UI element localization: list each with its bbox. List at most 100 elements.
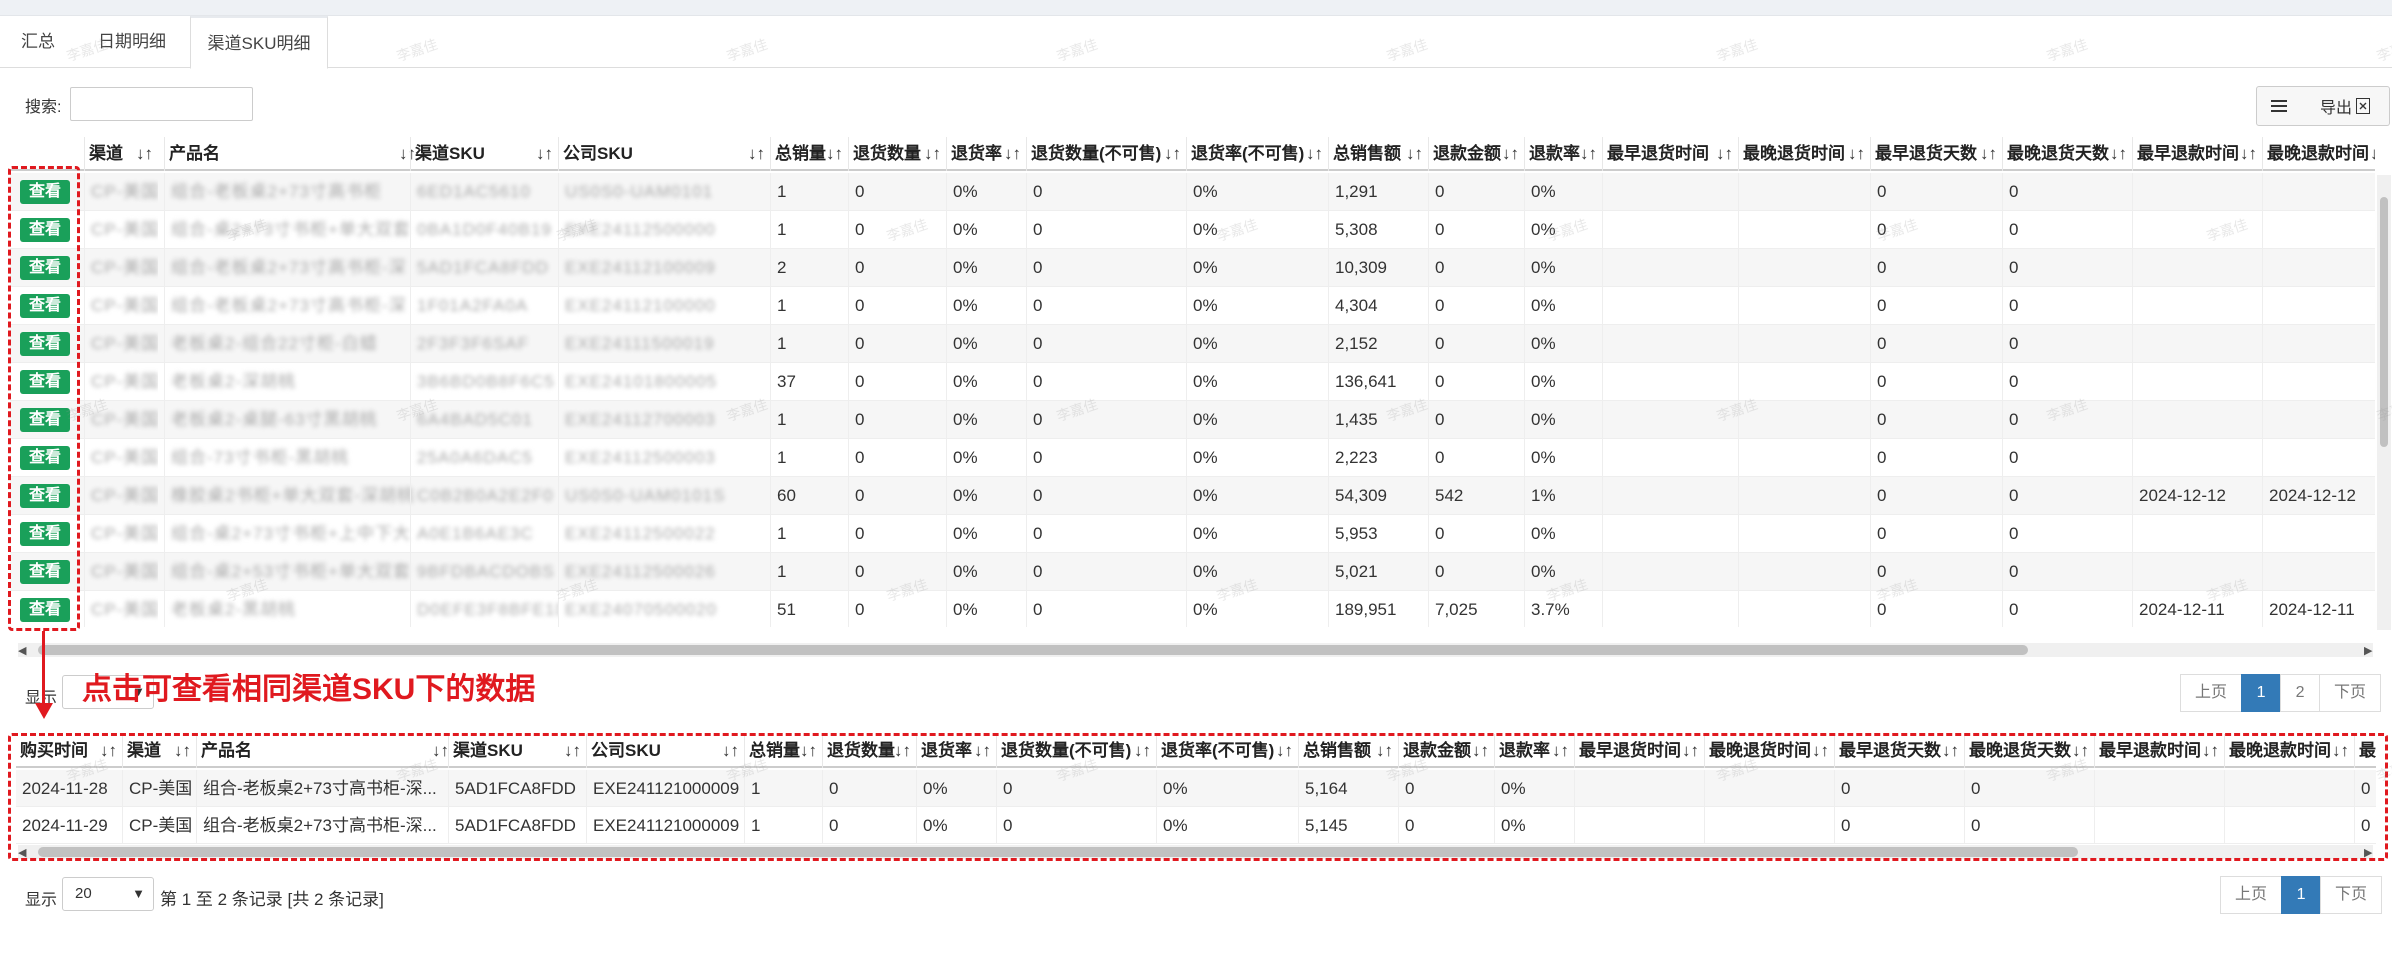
table-cell: 1 — [770, 211, 848, 249]
tab-channel-sku-detail[interactable]: 渠道SKU明细 — [190, 16, 328, 69]
cell-value: 2024-12-12 — [2139, 486, 2226, 505]
cell-value: 2,223 — [1335, 448, 1378, 467]
table-cell — [2262, 287, 2375, 325]
table-cell: 60 — [770, 477, 848, 515]
table-cell: 2024-12-12 — [2132, 477, 2262, 515]
cell-value: 1F01A2FA0A — [417, 296, 529, 315]
table-cell: 1 — [770, 515, 848, 553]
table-cell — [1602, 363, 1738, 401]
table-cell: 0% — [946, 591, 1026, 627]
cell-value: 0 — [2009, 524, 2019, 543]
cell-value: 1 — [777, 182, 787, 201]
table-cell: 0 — [1026, 287, 1186, 325]
tab-date-detail[interactable]: 日期明细 — [82, 16, 182, 68]
detail-next-page[interactable]: 下页 — [2320, 876, 2383, 914]
table-row: 查看 CP-美国 老板桌2-深胡桃 3B6BD0B8F6C5 EXE2410180000… — [10, 363, 2375, 401]
table-cell: 0% — [946, 249, 1026, 287]
table-cell: 0% — [1524, 363, 1602, 401]
table-cell: 0 — [1428, 401, 1524, 439]
cell-value: 0% — [1531, 410, 1556, 429]
column-header[interactable]: 退货数量(不可售) — [1026, 137, 1186, 171]
sort-arrows-icon: ↓↑ — [1716, 144, 1733, 163]
column-header[interactable]: 公司SKU — [558, 137, 770, 171]
cell-value: 2024-12-11 — [2269, 600, 2355, 619]
main-next-page[interactable]: 下页 — [2319, 674, 2382, 712]
tab-summary[interactable]: 汇总 — [8, 16, 68, 68]
view-buttons-highlight — [8, 166, 80, 631]
table-row: 查看 CP-美国 组合-桌2+73寸书柜+上中下大 A0E1B6AE3C EXE2411… — [10, 515, 2375, 553]
cell-value: 0 — [1033, 486, 1043, 505]
table-cell — [1738, 211, 1870, 249]
table-cell: 1 — [770, 401, 848, 439]
table-cell — [1602, 591, 1738, 627]
scroll-right-arrow-icon[interactable]: ▶ — [2364, 644, 2372, 657]
cell-value: EXE24111500019 — [565, 334, 715, 353]
table-cell: 0% — [946, 325, 1026, 363]
column-toggle-button[interactable] — [2256, 86, 2302, 126]
table-cell: US0S0-UAM0101 — [558, 173, 770, 211]
table-cell: EXE24101800005 — [558, 363, 770, 401]
cell-value: 7,025 — [1435, 600, 1478, 619]
export-button[interactable]: 导出 — [2301, 86, 2390, 126]
table-cell: 51 — [770, 591, 848, 627]
table-cell: EXE24112500003 — [558, 439, 770, 477]
main-prev-page[interactable]: 上页 — [2180, 674, 2243, 712]
main-page-1[interactable]: 1 — [2241, 674, 2282, 712]
table-cell: 0 — [1026, 553, 1186, 591]
table-cell: 0 — [848, 363, 946, 401]
table-cell — [1602, 249, 1738, 287]
cell-value: 2 — [777, 258, 787, 277]
detail-page-length-select[interactable]: 20 ▼ — [62, 877, 154, 911]
scroll-left-arrow-icon[interactable]: ◀ — [18, 644, 26, 657]
table-cell: 0 — [848, 287, 946, 325]
sort-arrows-icon: ↓↑ — [924, 144, 941, 163]
table-cell: 0 — [848, 515, 946, 553]
column-header[interactable]: 最晚退款时间 — [2262, 137, 2375, 171]
detail-page-1[interactable]: 1 — [2281, 876, 2322, 914]
table-cell — [1738, 325, 1870, 363]
detail-show-label: 显示 — [25, 892, 58, 909]
table-cell: 0% — [946, 477, 1026, 515]
table-cell: 0% — [1524, 439, 1602, 477]
table-row: 查看 CP-美国 组合-老板桌2+73寸高书柜-深 5AD1FCA8FDD EXE241… — [10, 249, 2375, 287]
table-cell: 0 — [1870, 477, 2002, 515]
table-cell: 0 — [848, 591, 946, 627]
search-input[interactable] — [70, 87, 253, 121]
detail-pagination: 上页 1 下页 — [2220, 876, 2383, 914]
cell-value: 0% — [953, 258, 978, 277]
sort-arrows-icon: ↓↑ — [1406, 144, 1423, 163]
table-cell — [2262, 325, 2375, 363]
table-cell: 0 — [1428, 325, 1524, 363]
table-cell: 25A0A6DAC5 — [410, 439, 558, 477]
table-cell: 0 — [1870, 211, 2002, 249]
vertical-scroll-thumb[interactable] — [2380, 197, 2388, 447]
cell-value: 6A4BAD5C01 — [417, 410, 533, 429]
main-page-2[interactable]: 2 — [2280, 674, 2321, 712]
cell-value: 0% — [1193, 296, 1218, 315]
table-cell — [1738, 401, 1870, 439]
cell-value: 1,291 — [1335, 182, 1378, 201]
cell-value: 37 — [777, 372, 796, 391]
cell-value: 1% — [1531, 486, 1556, 505]
table-cell: CP-美国 — [84, 287, 158, 325]
cell-value: 0 — [2009, 448, 2019, 467]
cell-value: 0 — [1877, 182, 1887, 201]
table-cell: 2024-12-12 — [2262, 477, 2375, 515]
cell-value: 2024-12-12 — [2269, 486, 2356, 505]
cell-value: 0 — [1435, 410, 1445, 429]
table-cell: EXE24112500026 — [558, 553, 770, 591]
detail-prev-page[interactable]: 上页 — [2220, 876, 2283, 914]
cell-value: EXE24112500000 — [565, 220, 716, 239]
cell-value: 51 — [777, 600, 796, 619]
table-cell: D0EFE3F8BFE1D — [410, 591, 558, 627]
cell-value: 0% — [1531, 448, 1556, 467]
main-horizontal-scrollbar[interactable] — [18, 643, 2373, 657]
table-cell: 0 — [848, 173, 946, 211]
main-scroll-thumb[interactable] — [38, 645, 2028, 655]
sort-arrows-icon: ↓↑ — [1164, 144, 1181, 163]
table-cell: 0 — [2002, 211, 2132, 249]
cell-value: 9BFDBACDOBS — [417, 562, 555, 581]
table-cell: 橡胶桌2书柜+单大双套-深胡桃 — [164, 477, 421, 515]
column-header[interactable]: 产品名 — [164, 137, 421, 171]
vertical-scrollbar[interactable] — [2377, 175, 2391, 630]
